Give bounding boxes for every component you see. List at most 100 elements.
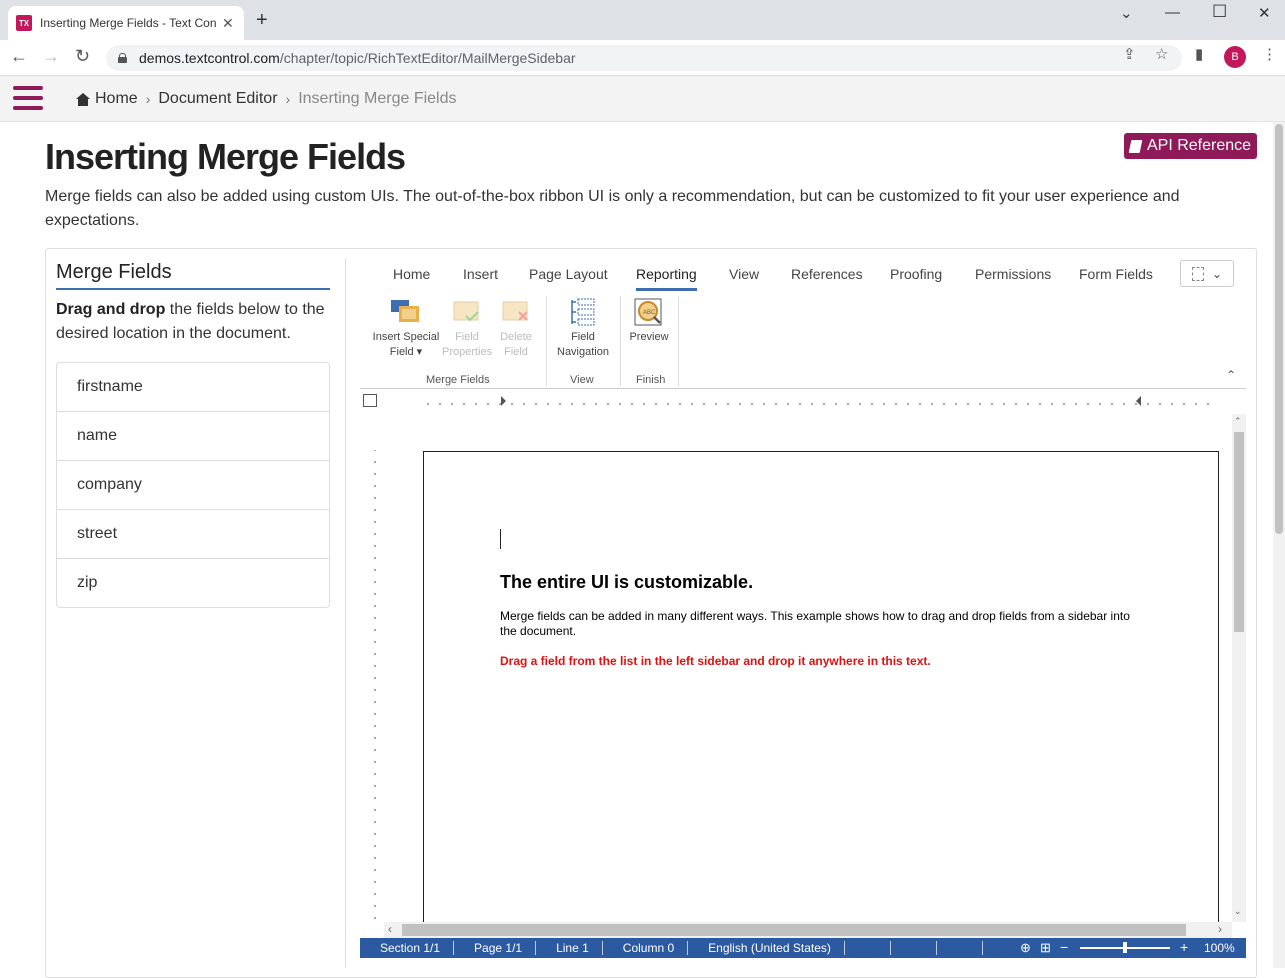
- chevron-down-icon: ⌄: [1211, 266, 1223, 281]
- zoom-out-icon[interactable]: −: [1060, 939, 1068, 955]
- browser-tab-strip: TX Inserting Merge Fields - Text Con ✕ +…: [0, 0, 1285, 40]
- breadcrumb-home[interactable]: Home: [95, 90, 138, 108]
- tab-page-layout[interactable]: Page Layout: [529, 266, 608, 282]
- forward-arrow-icon[interactable]: →: [42, 46, 60, 67]
- group-label-merge-fields: Merge Fields: [426, 374, 490, 386]
- horizontal-ruler[interactable]: [360, 390, 1246, 414]
- delete-field-icon: [501, 298, 531, 326]
- merge-field-item[interactable]: name: [57, 412, 329, 461]
- api-reference-button[interactable]: API Reference: [1124, 133, 1257, 159]
- maximize-icon[interactable]: ☐: [1212, 2, 1227, 22]
- merge-field-item[interactable]: company: [57, 461, 329, 510]
- browser-menu-icon[interactable]: ⋮: [1262, 45, 1277, 63]
- insert-special-field-button[interactable]: Insert Special Field ▾: [370, 298, 442, 360]
- book-icon: [1128, 139, 1143, 153]
- preview-button[interactable]: ABC Preview: [626, 298, 672, 345]
- tab-references[interactable]: References: [791, 266, 863, 282]
- field-properties-label-1: Field: [455, 331, 479, 343]
- tab-reporting[interactable]: Reporting: [636, 266, 697, 282]
- document-heading[interactable]: The entire UI is customizable.: [500, 572, 753, 593]
- document-page[interactable]: The entire UI is customizable. Merge fie…: [423, 451, 1219, 938]
- fit-width-icon[interactable]: ⊞: [1040, 940, 1051, 956]
- lock-icon: [118, 53, 127, 63]
- ribbon-options-dropdown[interactable]: ⌄: [1180, 260, 1234, 287]
- api-reference-label: API Reference: [1146, 137, 1252, 154]
- document-horizontal-scrollbar[interactable]: ‹ ›: [384, 922, 1232, 938]
- reload-icon[interactable]: ↻: [75, 46, 90, 67]
- document-instruction[interactable]: Drag a field from the list in the left s…: [500, 654, 1200, 668]
- zoom-in-icon[interactable]: +: [1180, 939, 1188, 955]
- document-vertical-scrollbar[interactable]: ⌃ ⌄: [1232, 414, 1246, 922]
- page-scrollbar[interactable]: [1273, 122, 1285, 968]
- tab-form-fields[interactable]: Form Fields: [1079, 266, 1153, 282]
- field-navigation-label-1: Field: [571, 331, 595, 343]
- minimize-icon[interactable]: —: [1165, 4, 1180, 21]
- group-separator: [546, 296, 547, 386]
- collapse-ribbon-icon[interactable]: ⌃: [1226, 368, 1236, 382]
- new-tab-icon[interactable]: +: [256, 9, 268, 32]
- field-navigation-label-2: Navigation: [557, 346, 609, 358]
- field-navigation-button[interactable]: Field Navigation: [552, 298, 614, 360]
- scroll-up-icon[interactable]: ⌃: [1234, 416, 1242, 427]
- tab-proofing[interactable]: Proofing: [890, 266, 942, 282]
- group-separator: [678, 296, 679, 386]
- status-section: Section 1/1: [360, 941, 455, 955]
- merge-field-list: firstname name company street zip: [56, 362, 330, 608]
- breadcrumb-current: Inserting Merge Fields: [298, 90, 457, 107]
- active-tab-indicator: [636, 288, 697, 291]
- zoom-slider-knob[interactable]: [1123, 942, 1127, 953]
- home-icon: [76, 92, 90, 106]
- fit-page-icon[interactable]: ⊕: [1020, 940, 1031, 956]
- document-editor[interactable]: The entire UI is customizable. Merge fie…: [360, 414, 1246, 938]
- status-language[interactable]: English (United States): [688, 941, 845, 955]
- merge-field-item[interactable]: firstname: [57, 363, 329, 412]
- right-indent-marker-icon: [1136, 396, 1141, 406]
- breadcrumb-document-editor[interactable]: Document Editor: [158, 90, 277, 108]
- scroll-down-icon[interactable]: ⌄: [1234, 906, 1242, 917]
- field-properties-button[interactable]: Field Properties: [442, 298, 492, 360]
- site-favicon-icon: TX: [16, 15, 32, 31]
- tab-close-icon[interactable]: ✕: [222, 15, 234, 32]
- address-bar[interactable]: demos.textcontrol.com/chapter/topic/Rich…: [106, 45, 1182, 71]
- status-bar: Section 1/1 Page 1/1 Line 1 Column 0 Eng…: [360, 938, 1246, 958]
- field-list-icon: [1191, 266, 1204, 281]
- document-horizontal-scroll-thumb[interactable]: [402, 924, 1186, 936]
- delete-field-button[interactable]: Delete Field: [494, 298, 538, 360]
- status-page: Page 1/1: [454, 941, 537, 955]
- document-paragraph[interactable]: Merge fields can be added in many differ…: [500, 609, 1140, 639]
- tab-home[interactable]: Home: [393, 266, 430, 282]
- group-label-finish: Finish: [636, 374, 666, 386]
- page-scroll-thumb[interactable]: [1275, 124, 1283, 534]
- hamburger-menu-icon[interactable]: [13, 86, 43, 112]
- tab-search-icon[interactable]: ⌄: [1120, 4, 1133, 22]
- scroll-left-icon[interactable]: ‹: [388, 922, 392, 936]
- preview-label: Preview: [629, 331, 669, 343]
- url-host: demos.textcontrol.com: [139, 50, 280, 66]
- tab-insert[interactable]: Insert: [463, 266, 498, 282]
- insert-special-label-1: Insert Special: [372, 331, 440, 343]
- status-empty-slot: [845, 941, 891, 955]
- zoom-level[interactable]: 100%: [1204, 941, 1235, 955]
- share-icon[interactable]: ⇪: [1123, 45, 1136, 63]
- document-vertical-scroll-thumb[interactable]: [1234, 432, 1244, 632]
- delete-field-label-2: Field: [504, 346, 528, 358]
- scroll-right-icon[interactable]: ›: [1218, 922, 1222, 936]
- side-panel-icon[interactable]: ▮: [1195, 45, 1203, 63]
- url-path: /chapter/topic/RichTextEditor/MailMergeS…: [279, 50, 576, 66]
- browser-toolbar: ← → ↻ demos.textcontrol.com/chapter/topi…: [0, 40, 1285, 76]
- browser-tab[interactable]: TX Inserting Merge Fields - Text Con ✕: [8, 6, 244, 40]
- merge-field-item[interactable]: street: [57, 510, 329, 559]
- svg-text:ABC: ABC: [643, 310, 656, 316]
- tab-view[interactable]: View: [729, 266, 759, 282]
- merge-field-item[interactable]: zip: [57, 559, 329, 607]
- field-properties-icon: [452, 298, 482, 326]
- back-arrow-icon[interactable]: ←: [10, 46, 28, 67]
- preview-magnifier-icon: ABC: [634, 298, 664, 326]
- profile-avatar[interactable]: B: [1224, 46, 1246, 68]
- sidebar-description: Drag and drop the fields below to the de…: [56, 298, 336, 346]
- window-close-icon[interactable]: ✕: [1258, 4, 1271, 22]
- ribbon-groups: Insert Special Field ▾ Field Properties …: [360, 294, 1246, 388]
- bookmark-star-icon[interactable]: ☆: [1155, 45, 1168, 63]
- browser-tab-title: Inserting Merge Fields - Text Con: [40, 16, 216, 30]
- tab-permissions[interactable]: Permissions: [975, 266, 1051, 282]
